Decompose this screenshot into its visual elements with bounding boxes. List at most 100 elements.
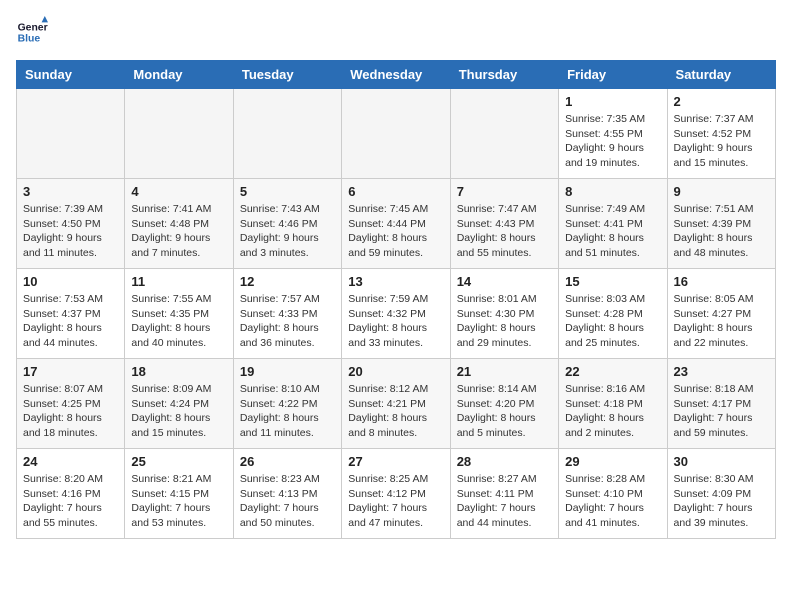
day-info: Sunrise: 8:18 AMSunset: 4:17 PMDaylight:… <box>674 382 769 441</box>
day-number: 9 <box>674 184 769 199</box>
calendar-table: SundayMondayTuesdayWednesdayThursdayFrid… <box>16 60 776 539</box>
calendar-cell: 29 Sunrise: 8:28 AMSunset: 4:10 PMDayligh… <box>559 449 667 539</box>
week-row-3: 10 Sunrise: 7:53 AMSunset: 4:37 PMDayligh… <box>17 269 776 359</box>
calendar-cell: 1Sunrise: 7:35 AMSunset: 4:55 PMDaylight… <box>559 89 667 179</box>
calendar-cell <box>342 89 450 179</box>
day-info: Sunrise: 8:23 AMSunset: 4:13 PMDaylight:… <box>240 472 335 531</box>
day-number: 29 <box>565 454 660 469</box>
day-number: 15 <box>565 274 660 289</box>
day-number: 21 <box>457 364 552 379</box>
day-info: Sunrise: 7:43 AMSunset: 4:46 PMDaylight:… <box>240 202 335 261</box>
calendar-cell: 9 Sunrise: 7:51 AMSunset: 4:39 PMDaylight… <box>667 179 775 269</box>
calendar-cell <box>17 89 125 179</box>
day-number: 11 <box>131 274 226 289</box>
day-number: 17 <box>23 364 118 379</box>
day-number: 10 <box>23 274 118 289</box>
day-info: Sunrise: 7:45 AMSunset: 4:44 PMDaylight:… <box>348 202 443 261</box>
day-number: 24 <box>23 454 118 469</box>
day-number: 23 <box>674 364 769 379</box>
day-number: 30 <box>674 454 769 469</box>
col-header-wednesday: Wednesday <box>342 61 450 89</box>
day-number: 20 <box>348 364 443 379</box>
day-number: 19 <box>240 364 335 379</box>
day-info: Sunrise: 8:05 AMSunset: 4:27 PMDaylight:… <box>674 292 769 351</box>
day-number: 27 <box>348 454 443 469</box>
day-number: 16 <box>674 274 769 289</box>
calendar-cell: 27 Sunrise: 8:25 AMSunset: 4:12 PMDayligh… <box>342 449 450 539</box>
day-info: Sunrise: 8:20 AMSunset: 4:16 PMDaylight:… <box>23 472 118 531</box>
day-info: Sunrise: 8:27 AMSunset: 4:11 PMDaylight:… <box>457 472 552 531</box>
calendar-cell <box>125 89 233 179</box>
calendar-cell: 28Sunrise: 8:27 AMSunset: 4:11 PMDayligh… <box>450 449 558 539</box>
week-row-1: 1Sunrise: 7:35 AMSunset: 4:55 PMDaylight… <box>17 89 776 179</box>
calendar-cell: 14Sunrise: 8:01 AMSunset: 4:30 PMDayligh… <box>450 269 558 359</box>
calendar-cell: 4 Sunrise: 7:41 AMSunset: 4:48 PMDaylight… <box>125 179 233 269</box>
day-info: Sunrise: 8:09 AMSunset: 4:24 PMDaylight:… <box>131 382 226 441</box>
day-number: 12 <box>240 274 335 289</box>
calendar-cell: 5 Sunrise: 7:43 AMSunset: 4:46 PMDaylight… <box>233 179 341 269</box>
day-number: 26 <box>240 454 335 469</box>
day-info: Sunrise: 7:55 AMSunset: 4:35 PMDaylight:… <box>131 292 226 351</box>
day-info: Sunrise: 7:57 AMSunset: 4:33 PMDaylight:… <box>240 292 335 351</box>
calendar-cell: 11 Sunrise: 7:55 AMSunset: 4:35 PMDayligh… <box>125 269 233 359</box>
day-info: Sunrise: 7:41 AMSunset: 4:48 PMDaylight:… <box>131 202 226 261</box>
col-header-thursday: Thursday <box>450 61 558 89</box>
day-info: Sunrise: 7:39 AMSunset: 4:50 PMDaylight:… <box>23 202 118 261</box>
day-number: 13 <box>348 274 443 289</box>
day-number: 3 <box>23 184 118 199</box>
col-header-tuesday: Tuesday <box>233 61 341 89</box>
day-info: Sunrise: 7:49 AMSunset: 4:41 PMDaylight:… <box>565 202 660 261</box>
day-number: 2 <box>674 94 769 109</box>
day-number: 6 <box>348 184 443 199</box>
day-info: Sunrise: 8:28 AMSunset: 4:10 PMDaylight:… <box>565 472 660 531</box>
day-info: Sunrise: 7:59 AMSunset: 4:32 PMDaylight:… <box>348 292 443 351</box>
page-header: General Blue <box>16 16 776 48</box>
calendar-cell: 7 Sunrise: 7:47 AMSunset: 4:43 PMDaylight… <box>450 179 558 269</box>
day-number: 5 <box>240 184 335 199</box>
day-info: Sunrise: 7:37 AMSunset: 4:52 PMDaylight:… <box>674 112 769 171</box>
calendar-header-row: SundayMondayTuesdayWednesdayThursdayFrid… <box>17 61 776 89</box>
day-number: 25 <box>131 454 226 469</box>
day-info: Sunrise: 8:10 AMSunset: 4:22 PMDaylight:… <box>240 382 335 441</box>
day-info: Sunrise: 8:14 AMSunset: 4:20 PMDaylight:… <box>457 382 552 441</box>
calendar-cell: 8 Sunrise: 7:49 AMSunset: 4:41 PMDaylight… <box>559 179 667 269</box>
day-info: Sunrise: 7:51 AMSunset: 4:39 PMDaylight:… <box>674 202 769 261</box>
day-number: 4 <box>131 184 226 199</box>
calendar-cell <box>233 89 341 179</box>
day-info: Sunrise: 8:21 AMSunset: 4:15 PMDaylight:… <box>131 472 226 531</box>
calendar-cell: 3 Sunrise: 7:39 AMSunset: 4:50 PMDaylight… <box>17 179 125 269</box>
col-header-friday: Friday <box>559 61 667 89</box>
calendar-cell: 15 Sunrise: 8:03 AMSunset: 4:28 PMDayligh… <box>559 269 667 359</box>
col-header-saturday: Saturday <box>667 61 775 89</box>
day-info: Sunrise: 8:03 AMSunset: 4:28 PMDaylight:… <box>565 292 660 351</box>
calendar-cell: 23 Sunrise: 8:18 AMSunset: 4:17 PMDayligh… <box>667 359 775 449</box>
day-number: 18 <box>131 364 226 379</box>
week-row-5: 24 Sunrise: 8:20 AMSunset: 4:16 PMDayligh… <box>17 449 776 539</box>
calendar-cell: 17 Sunrise: 8:07 AMSunset: 4:25 PMDayligh… <box>17 359 125 449</box>
calendar-cell: 26 Sunrise: 8:23 AMSunset: 4:13 PMDayligh… <box>233 449 341 539</box>
day-info: Sunrise: 8:30 AMSunset: 4:09 PMDaylight:… <box>674 472 769 531</box>
day-info: Sunrise: 8:12 AMSunset: 4:21 PMDaylight:… <box>348 382 443 441</box>
day-info: Sunrise: 7:53 AMSunset: 4:37 PMDaylight:… <box>23 292 118 351</box>
day-number: 8 <box>565 184 660 199</box>
day-number: 22 <box>565 364 660 379</box>
day-number: 1 <box>565 94 660 109</box>
day-number: 7 <box>457 184 552 199</box>
day-info: Sunrise: 7:47 AMSunset: 4:43 PMDaylight:… <box>457 202 552 261</box>
calendar-cell <box>450 89 558 179</box>
calendar-cell: 2 Sunrise: 7:37 AMSunset: 4:52 PMDaylight… <box>667 89 775 179</box>
calendar-cell: 22Sunrise: 8:16 AMSunset: 4:18 PMDayligh… <box>559 359 667 449</box>
calendar-cell: 10 Sunrise: 7:53 AMSunset: 4:37 PMDayligh… <box>17 269 125 359</box>
day-info: Sunrise: 8:07 AMSunset: 4:25 PMDaylight:… <box>23 382 118 441</box>
day-info: Sunrise: 8:01 AMSunset: 4:30 PMDaylight:… <box>457 292 552 351</box>
col-header-sunday: Sunday <box>17 61 125 89</box>
calendar-cell: 19 Sunrise: 8:10 AMSunset: 4:22 PMDayligh… <box>233 359 341 449</box>
day-info: Sunrise: 8:25 AMSunset: 4:12 PMDaylight:… <box>348 472 443 531</box>
week-row-4: 17 Sunrise: 8:07 AMSunset: 4:25 PMDayligh… <box>17 359 776 449</box>
calendar-cell: 6 Sunrise: 7:45 AMSunset: 4:44 PMDaylight… <box>342 179 450 269</box>
svg-text:Blue: Blue <box>18 34 41 45</box>
svg-text:General: General <box>18 22 48 33</box>
calendar-cell: 16 Sunrise: 8:05 AMSunset: 4:27 PMDayligh… <box>667 269 775 359</box>
col-header-monday: Monday <box>125 61 233 89</box>
calendar-cell: 24 Sunrise: 8:20 AMSunset: 4:16 PMDayligh… <box>17 449 125 539</box>
